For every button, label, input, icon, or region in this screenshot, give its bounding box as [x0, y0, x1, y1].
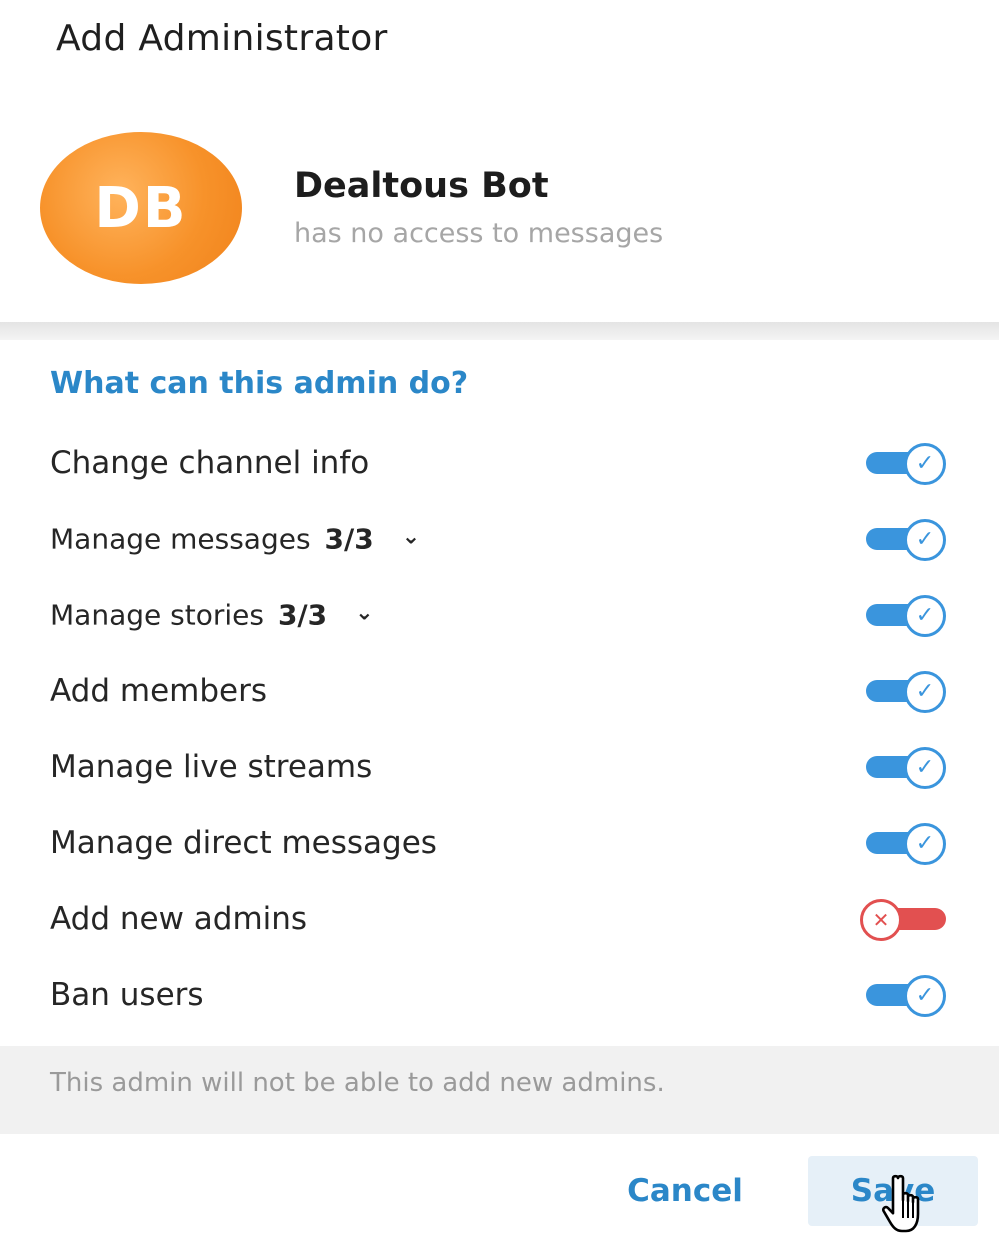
permission-toggle-manage-live-streams[interactable]: ✓ — [866, 747, 946, 789]
section-divider — [0, 322, 999, 340]
permissions-header: What can this admin do? — [50, 366, 469, 401]
avatar-initials: DB — [94, 175, 188, 241]
permission-label-group: Manage messages 3/3 ⌄ — [50, 523, 420, 556]
permission-toggle-manage-direct-messages[interactable]: ✓ — [866, 823, 946, 865]
check-icon: ✓ — [904, 975, 946, 1017]
permission-row-manage-stories[interactable]: Manage stories 3/3 ⌄ ✓ — [0, 580, 999, 650]
permission-row-manage-live-streams[interactable]: Manage live streams ✓ — [0, 732, 999, 802]
bot-name: Dealtous Bot — [294, 166, 549, 206]
dialog-title: Add Administrator — [56, 18, 388, 59]
permission-row-ban-users[interactable]: Ban users ✓ — [0, 960, 999, 1030]
check-icon: ✓ — [904, 823, 946, 865]
permission-toggle-manage-stories[interactable]: ✓ — [866, 595, 946, 637]
permission-label-group: Manage stories 3/3 ⌄ — [50, 599, 374, 632]
permission-count: 3/3 — [277, 598, 328, 632]
permission-label: Manage messages — [50, 522, 311, 556]
permission-toggle-ban-users[interactable]: ✓ — [866, 975, 946, 1017]
chevron-down-icon[interactable]: ⌄ — [355, 600, 373, 625]
permission-row-add-members[interactable]: Add members ✓ — [0, 656, 999, 726]
permission-row-change-channel-info[interactable]: Change channel info ✓ — [0, 428, 999, 498]
cancel-button[interactable]: Cancel — [600, 1156, 770, 1226]
permission-row-manage-messages[interactable]: Manage messages 3/3 ⌄ ✓ — [0, 504, 999, 574]
dialog-actions: Cancel Save — [0, 1134, 999, 1237]
permission-toggle-add-members[interactable]: ✓ — [866, 671, 946, 713]
permission-label: Manage stories — [50, 598, 264, 632]
permission-toggle-add-new-admins[interactable]: ✕ — [860, 899, 946, 941]
admin-profile: DB Dealtous Bot has no access to message… — [0, 100, 999, 322]
check-icon: ✓ — [904, 443, 946, 485]
permission-label: Change channel info — [50, 445, 370, 481]
permission-toggle-manage-messages[interactable]: ✓ — [866, 519, 946, 561]
permission-label: Add members — [50, 673, 267, 709]
check-icon: ✓ — [904, 519, 946, 561]
bot-status: has no access to messages — [294, 218, 664, 249]
permission-row-manage-direct-messages[interactable]: Manage direct messages ✓ — [0, 808, 999, 878]
permission-toggle-change-channel-info[interactable]: ✓ — [866, 443, 946, 485]
check-icon: ✓ — [904, 671, 946, 713]
permission-label: Ban users — [50, 977, 204, 1013]
footnote-section: This admin will not be able to add new a… — [0, 1046, 999, 1134]
avatar: DB — [40, 132, 242, 284]
x-icon: ✕ — [860, 899, 902, 941]
hand-pointer-cursor-icon — [881, 1174, 920, 1233]
check-icon: ✓ — [904, 595, 946, 637]
footnote-text: This admin will not be able to add new a… — [50, 1068, 665, 1098]
permission-label: Manage live streams — [50, 749, 373, 785]
permission-label: Manage direct messages — [50, 825, 437, 861]
chevron-down-icon[interactable]: ⌄ — [402, 524, 420, 549]
permission-label: Add new admins — [50, 901, 308, 937]
permission-row-add-new-admins[interactable]: Add new admins ✕ — [0, 884, 999, 954]
permission-count: 3/3 — [324, 522, 374, 556]
check-icon: ✓ — [904, 747, 946, 789]
